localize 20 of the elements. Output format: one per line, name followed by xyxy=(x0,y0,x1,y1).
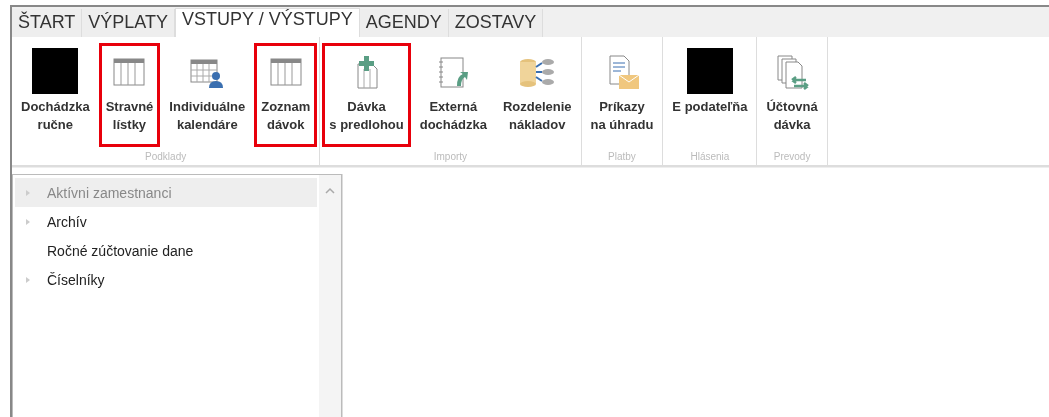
tree-item[interactable]: Archív xyxy=(15,207,317,236)
expand-arrow-icon[interactable] xyxy=(25,188,31,197)
ribbon-button[interactable]: Stravné lístky xyxy=(98,43,161,147)
ribbon-tab[interactable]: VSTUPY / VÝSTUPY xyxy=(175,8,360,37)
ribbon-button[interactable]: Zoznam dávok xyxy=(254,43,318,147)
tree-item[interactable]: Číselníky xyxy=(15,265,317,294)
ribbon-button[interactable]: Dávka s predlohou xyxy=(322,43,411,147)
scrollbar[interactable] xyxy=(319,175,341,417)
group-label: Hlásenia xyxy=(690,151,730,164)
group-label: Podklady xyxy=(145,151,187,164)
tree-item[interactable]: Ročné zúčtovanie dane xyxy=(15,236,317,265)
expand-arrow-icon[interactable] xyxy=(25,217,31,226)
documents-arrows-icon xyxy=(774,54,811,90)
expand-arrow-icon[interactable] xyxy=(25,275,31,284)
group-label: Importy xyxy=(433,151,468,164)
redaction-block xyxy=(32,48,79,94)
group-label: Platby xyxy=(608,151,636,164)
redaction-block xyxy=(686,48,733,94)
group-label: Prevody xyxy=(773,151,811,164)
scroll-up-icon[interactable] xyxy=(325,187,335,194)
